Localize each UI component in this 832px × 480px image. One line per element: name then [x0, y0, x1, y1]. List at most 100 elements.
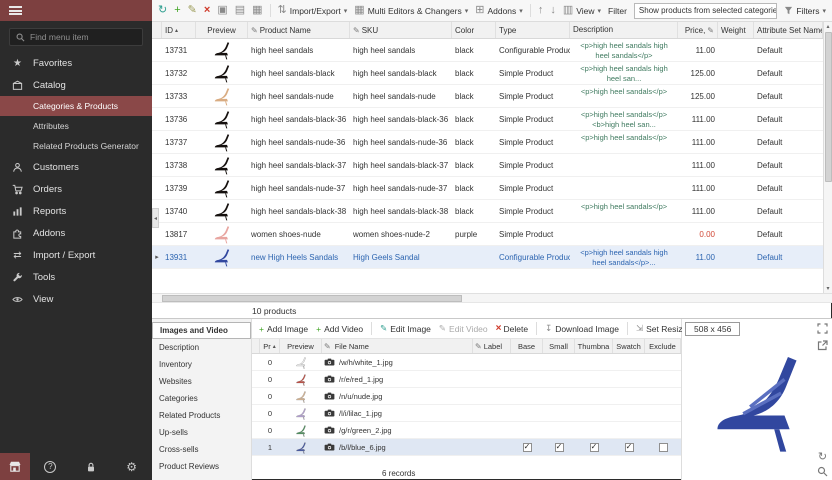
sidebar-item-related-products-generator[interactable]: Related Products Generator — [0, 136, 152, 156]
copy-icon[interactable]: ▣ — [217, 5, 227, 16]
view-dropdown[interactable]: ▥ View▾ — [563, 5, 601, 16]
sidebar-item-categories-products[interactable]: Categories & Products — [0, 96, 152, 116]
edit-image-button[interactable]: ✎Edit Image — [380, 323, 431, 334]
product-row[interactable]: 13733 high heel sandals-nude high heel s… — [152, 85, 823, 108]
tab-inventory[interactable]: Inventory — [152, 356, 251, 373]
sidebar-search-input[interactable]: Find menu item — [9, 28, 143, 46]
rotate-icon[interactable]: ↻ — [818, 450, 827, 463]
delete-image-button[interactable]: Delete — [503, 324, 528, 334]
add-video-button[interactable]: +Add Video — [316, 324, 363, 334]
columns-icon[interactable]: ▦ — [252, 5, 262, 16]
multi-editors-dropdown[interactable]: ▦ Multi Editors & Changers▾ — [354, 5, 468, 16]
open-external-icon[interactable] — [817, 340, 828, 351]
sidebar-item-catalog[interactable]: Catalog — [0, 74, 152, 96]
paste-icon[interactable]: ▤ — [235, 5, 245, 16]
hamburger-menu-icon[interactable] — [9, 6, 22, 15]
sidebar-collapse-handle[interactable]: ◂ — [152, 208, 159, 228]
zoom-icon[interactable] — [817, 466, 828, 477]
product-row[interactable]: 13732 high heel sandals-black high heel … — [152, 62, 823, 85]
header-swatch[interactable]: Swatch — [613, 339, 645, 353]
sidebar-item-addons[interactable]: Addons — [0, 222, 152, 244]
sidebar-item-tools[interactable]: Tools — [0, 266, 152, 288]
exclude-checkbox[interactable] — [659, 443, 668, 452]
tab-categories[interactable]: Categories — [152, 390, 251, 407]
scrollbar-thumb[interactable] — [162, 295, 462, 302]
product-row[interactable]: 13740 high heel sandals-black-38 high he… — [152, 200, 823, 223]
sidebar-item-reports[interactable]: Reports — [0, 200, 152, 222]
header-label[interactable]: ✎Label — [473, 339, 511, 353]
image-row[interactable]: 0 /l/i/lilac_1.jpg — [252, 405, 681, 422]
header-attribute-set[interactable]: Attribute Set Name — [754, 22, 823, 38]
addons-dropdown[interactable]: ⊞ Addons▾ — [475, 5, 523, 16]
header-small[interactable]: Small — [543, 339, 575, 353]
edit-video-button[interactable]: ✎Edit Video — [439, 323, 488, 334]
product-row[interactable]: 13738 high heel sandals-black-37 high he… — [152, 154, 823, 177]
header-file-name[interactable]: ✎File Name — [322, 339, 473, 353]
base-checkbox[interactable]: ✓ — [523, 443, 532, 452]
header-preview[interactable]: Preview — [196, 22, 248, 38]
lock-button[interactable] — [71, 461, 112, 473]
row-expander[interactable]: ▸ — [152, 246, 162, 268]
header-pr[interactable]: Pr▴ — [260, 339, 280, 353]
vertical-scrollbar[interactable]: ▴ ▾ — [823, 22, 832, 293]
image-row[interactable]: 0 /w/h/white_1.jpg — [252, 354, 681, 371]
row-expander[interactable] — [152, 85, 162, 107]
sidebar-item-attributes[interactable]: Attributes — [0, 116, 152, 136]
sort-descending-icon[interactable]: ↓ — [550, 5, 556, 16]
scroll-up-icon[interactable]: ▴ — [824, 22, 832, 31]
tab-related-products[interactable]: Related Products — [152, 407, 251, 424]
expand-icon[interactable] — [817, 323, 828, 334]
image-row-selected[interactable]: 1 /b/l/blue_6.jpg ✓ ✓ ✓ ✓ — [252, 439, 681, 456]
header-base[interactable]: Base — [511, 339, 543, 353]
filters-button[interactable]: Filters▾ — [784, 6, 826, 16]
help-button[interactable]: ? — [30, 461, 71, 473]
settings-button[interactable]: ⚙ — [111, 460, 152, 474]
thumbnail-checkbox[interactable]: ✓ — [590, 443, 599, 452]
small-checkbox[interactable]: ✓ — [555, 443, 564, 452]
tab-description[interactable]: Description — [152, 339, 251, 356]
header-price[interactable]: Price,✎ — [678, 22, 718, 38]
header-type[interactable]: Type — [496, 22, 570, 38]
tab-images-and-video[interactable]: Images and Video — [152, 322, 251, 339]
delete-product-icon[interactable]: × — [204, 5, 210, 16]
tab-cross-sells[interactable]: Cross-sells — [152, 441, 251, 458]
header-id[interactable]: ID▴ — [162, 22, 196, 38]
row-expander[interactable] — [152, 39, 162, 61]
refresh-icon[interactable]: ↻ — [158, 5, 167, 16]
image-row[interactable]: 0 /r/e/red_1.jpg — [252, 371, 681, 388]
row-expander[interactable] — [152, 62, 162, 84]
tab-product-reviews[interactable]: Product Reviews — [152, 458, 251, 475]
filter-select[interactable]: Show products from selected categories▾ — [634, 3, 777, 19]
product-row[interactable]: 13736 high heel sandals-black-36 high he… — [152, 108, 823, 131]
tab-websites[interactable]: Websites — [152, 373, 251, 390]
product-row[interactable]: 13737 high heel sandals-nude-36 high hee… — [152, 131, 823, 154]
edit-product-icon[interactable]: ✎ — [188, 5, 197, 16]
swatch-checkbox[interactable]: ✓ — [625, 443, 634, 452]
tab-up-sells[interactable]: Up-sells — [152, 424, 251, 441]
row-expander[interactable] — [152, 154, 162, 176]
header-description[interactable]: Description — [570, 22, 678, 38]
header-weight[interactable]: Weight — [718, 22, 754, 38]
product-row[interactable]: 13739 high heel sandals-nude-37 high hee… — [152, 177, 823, 200]
product-row[interactable]: 13731 high heel sandals high heel sandal… — [152, 39, 823, 62]
header-thumbnail[interactable]: Thumbna — [575, 339, 613, 353]
header-product-name[interactable]: ✎Product Name — [248, 22, 350, 38]
add-image-button[interactable]: +Add Image — [259, 324, 308, 334]
row-expander[interactable] — [152, 108, 162, 130]
import-export-dropdown[interactable]: ⇅ Import/Export▾ — [278, 5, 348, 16]
sidebar-item-orders[interactable]: Orders — [0, 178, 152, 200]
download-image-button[interactable]: ↧Download Image — [545, 323, 619, 334]
row-expander[interactable] — [152, 177, 162, 199]
scroll-down-icon[interactable]: ▾ — [824, 284, 832, 293]
sort-ascending-icon[interactable]: ↑ — [538, 5, 544, 16]
product-row[interactable]: 13817 women shoes-nude women shoes-nude-… — [152, 223, 823, 246]
product-row-selected[interactable]: ▸ 13931 new High Heels Sandals High Geel… — [152, 246, 823, 269]
horizontal-scrollbar[interactable] — [152, 293, 832, 302]
header-color[interactable]: Color — [452, 22, 496, 38]
sidebar-item-customers[interactable]: Customers — [0, 156, 152, 178]
store-icon-button[interactable] — [0, 453, 30, 480]
sidebar-item-view[interactable]: View — [0, 288, 152, 310]
image-row[interactable]: 0 /g/r/green_2.jpg — [252, 422, 681, 439]
header-sku[interactable]: ✎SKU — [350, 22, 452, 38]
sidebar-item-import-export[interactable]: ⇄ Import / Export — [0, 244, 152, 266]
